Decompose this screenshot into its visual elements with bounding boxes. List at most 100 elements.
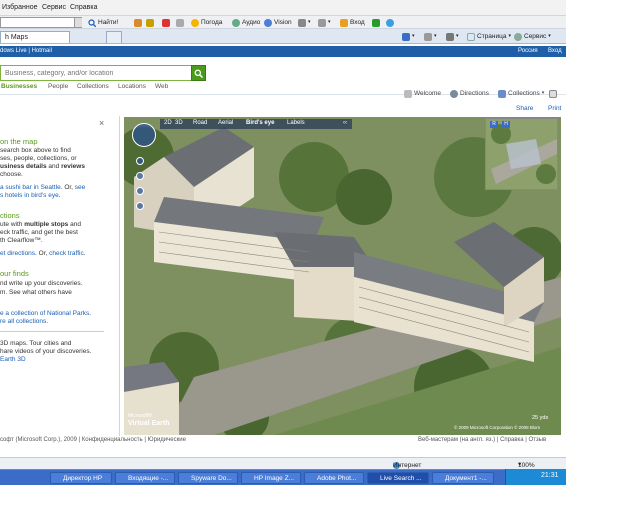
- compass-control[interactable]: [132, 123, 156, 147]
- help-text: hare videos of your discoveries.: [0, 348, 92, 355]
- nav-people[interactable]: People: [48, 83, 68, 90]
- help-text: s hotels in bird's eye.: [0, 192, 61, 199]
- form-icon[interactable]: [176, 17, 184, 28]
- system-tray: 21:31: [505, 469, 566, 485]
- earth-3d-link[interactable]: Earth 3D: [0, 356, 26, 364]
- vision-button[interactable]: Vision: [264, 17, 292, 28]
- menu-bar: Избранное Сервис Справка: [0, 0, 566, 16]
- minimap-road-button[interactable]: R: [490, 121, 498, 128]
- weather-button[interactable]: Погода: [191, 17, 222, 28]
- national-parks-link[interactable]: e a collection of National Parks: [0, 310, 89, 317]
- help-text: nd write up your discoveries.: [0, 280, 83, 287]
- task-hp-image[interactable]: HP Image Z...: [241, 472, 301, 484]
- share-link[interactable]: Share: [516, 105, 533, 112]
- directions-icon: [450, 89, 458, 98]
- menu-tools[interactable]: Сервис: [42, 4, 66, 11]
- new-tab-button[interactable]: [106, 31, 122, 43]
- mode-labels[interactable]: Labels: [287, 120, 305, 126]
- heart-button[interactable]: ▾: [318, 17, 331, 28]
- check-traffic-link[interactable]: check traffic: [49, 250, 84, 257]
- highlight-icon[interactable]: [146, 17, 154, 28]
- page-menu[interactable]: Страница ▾: [467, 31, 511, 42]
- help-text: th Clearflow™.: [0, 237, 43, 244]
- map-scale: 25 yds: [532, 415, 549, 421]
- zoom-out-button[interactable]: [136, 172, 144, 180]
- collapse-toolbar-icon[interactable]: ‹‹: [343, 120, 347, 126]
- nav-collections[interactable]: Collections: [77, 83, 109, 90]
- minimap-hybrid-button[interactable]: H: [502, 121, 510, 128]
- nav-locations[interactable]: Locations: [118, 83, 146, 90]
- left-panel: × on the map search box above to find se…: [0, 116, 120, 436]
- task-inbox[interactable]: Входящие -...: [115, 472, 175, 484]
- login-button[interactable]: Вход: [340, 17, 365, 28]
- minimap[interactable]: R H: [485, 118, 558, 190]
- nav-businesses[interactable]: Businesses: [1, 83, 37, 90]
- quick-launch[interactable]: [0, 473, 44, 483]
- toolbar-search-input[interactable]: [0, 17, 82, 28]
- dropdown-arrow-icon[interactable]: [74, 18, 82, 27]
- home-icon[interactable]: ▾: [402, 31, 415, 42]
- hotels-birds-eye-link[interactable]: s hotels in bird's eye: [0, 192, 59, 199]
- collections-icon: [498, 89, 506, 98]
- service-menu[interactable]: Сервис ▾: [514, 31, 551, 42]
- help-text: search box above to find: [0, 147, 71, 154]
- ms-logo-small: Microsoft®: [128, 413, 152, 419]
- menu-favorites[interactable]: Избранное: [2, 4, 37, 11]
- mode-road[interactable]: Road: [193, 120, 207, 126]
- section-heading-directions: ctions: [0, 211, 20, 220]
- pencil-icon[interactable]: [134, 17, 142, 28]
- mode-3d[interactable]: 3D: [175, 120, 183, 126]
- edit-icon[interactable]: [549, 88, 557, 99]
- task-hp-director[interactable]: Директор HP: [50, 472, 112, 484]
- mode-aerial[interactable]: Aerial: [218, 120, 233, 126]
- map-search-input[interactable]: [0, 65, 192, 81]
- audio-button[interactable]: Аудио: [232, 17, 260, 28]
- print-icon[interactable]: ▾: [446, 31, 459, 42]
- print-link[interactable]: Print: [548, 105, 561, 112]
- task-spyware[interactable]: Spyware Do...: [178, 472, 238, 484]
- map-search-button[interactable]: [191, 65, 206, 81]
- taskbar: Директор HP Входящие -... Spyware Do... …: [0, 469, 566, 485]
- mode-2d[interactable]: 2D: [164, 120, 172, 126]
- audio-icon: [232, 18, 240, 27]
- nav-web[interactable]: Web: [155, 83, 168, 90]
- tab-maps[interactable]: h Maps: [0, 31, 70, 43]
- rotate-right-button[interactable]: [136, 202, 144, 210]
- welcome-icon: [404, 89, 412, 98]
- get-directions-link[interactable]: et directions: [0, 250, 35, 257]
- section-heading-finds: our finds: [0, 269, 29, 278]
- find-button[interactable]: Найти!: [88, 17, 118, 28]
- map-copyright: © 2009 Microsoft Corporation © 2008 Blom: [454, 425, 541, 430]
- status-bar: Интернет 100% ▾: [0, 457, 566, 469]
- windows-live-links[interactable]: dows Live | Hotmail: [0, 48, 52, 54]
- sushi-link[interactable]: a sushi bar in Seattle: [0, 184, 61, 191]
- task-document[interactable]: Документ1 -...: [432, 472, 494, 484]
- signin-link[interactable]: Вход: [548, 48, 562, 54]
- zoom-level[interactable]: 100% ▾: [518, 460, 535, 469]
- close-panel-button[interactable]: ×: [99, 118, 104, 128]
- rotate-left-button[interactable]: [136, 187, 144, 195]
- help-icon[interactable]: [386, 17, 394, 28]
- menu-help[interactable]: Справка: [70, 4, 97, 11]
- feeds-icon[interactable]: ▾: [424, 31, 437, 42]
- popup-blocker-icon[interactable]: [162, 17, 170, 28]
- locale-link[interactable]: Россия: [518, 48, 538, 54]
- bookmark-icon[interactable]: [372, 17, 380, 28]
- help-text: re all collections.: [0, 318, 49, 325]
- extras-button[interactable]: ▾: [298, 17, 311, 28]
- all-collections-link[interactable]: re all collections: [0, 318, 46, 325]
- task-live-search[interactable]: Live Search ...: [367, 472, 429, 484]
- key-icon: [340, 18, 348, 27]
- directions-link[interactable]: Directions: [450, 88, 489, 99]
- collections-link[interactable]: Collections ▾: [498, 88, 544, 99]
- zoom-in-button[interactable]: [136, 157, 144, 165]
- footer-left-links[interactable]: сoфт (Microsoft Corp.), 2009 | Конфиденц…: [0, 437, 186, 443]
- see-link[interactable]: see: [75, 184, 85, 191]
- mode-birds-eye[interactable]: Bird's eye: [246, 120, 274, 126]
- help-text: ses, people, collections, or: [0, 155, 77, 162]
- welcome-link[interactable]: Welcome: [404, 88, 441, 99]
- help-text: usiness details and reviews: [0, 163, 85, 170]
- task-photoshop[interactable]: Adobe Phot...: [304, 472, 364, 484]
- help-text: e a collection of National Parks.: [0, 310, 92, 317]
- footer-right-links[interactable]: Веб-мастерам (на англ. яз.) | Справка | …: [418, 437, 546, 443]
